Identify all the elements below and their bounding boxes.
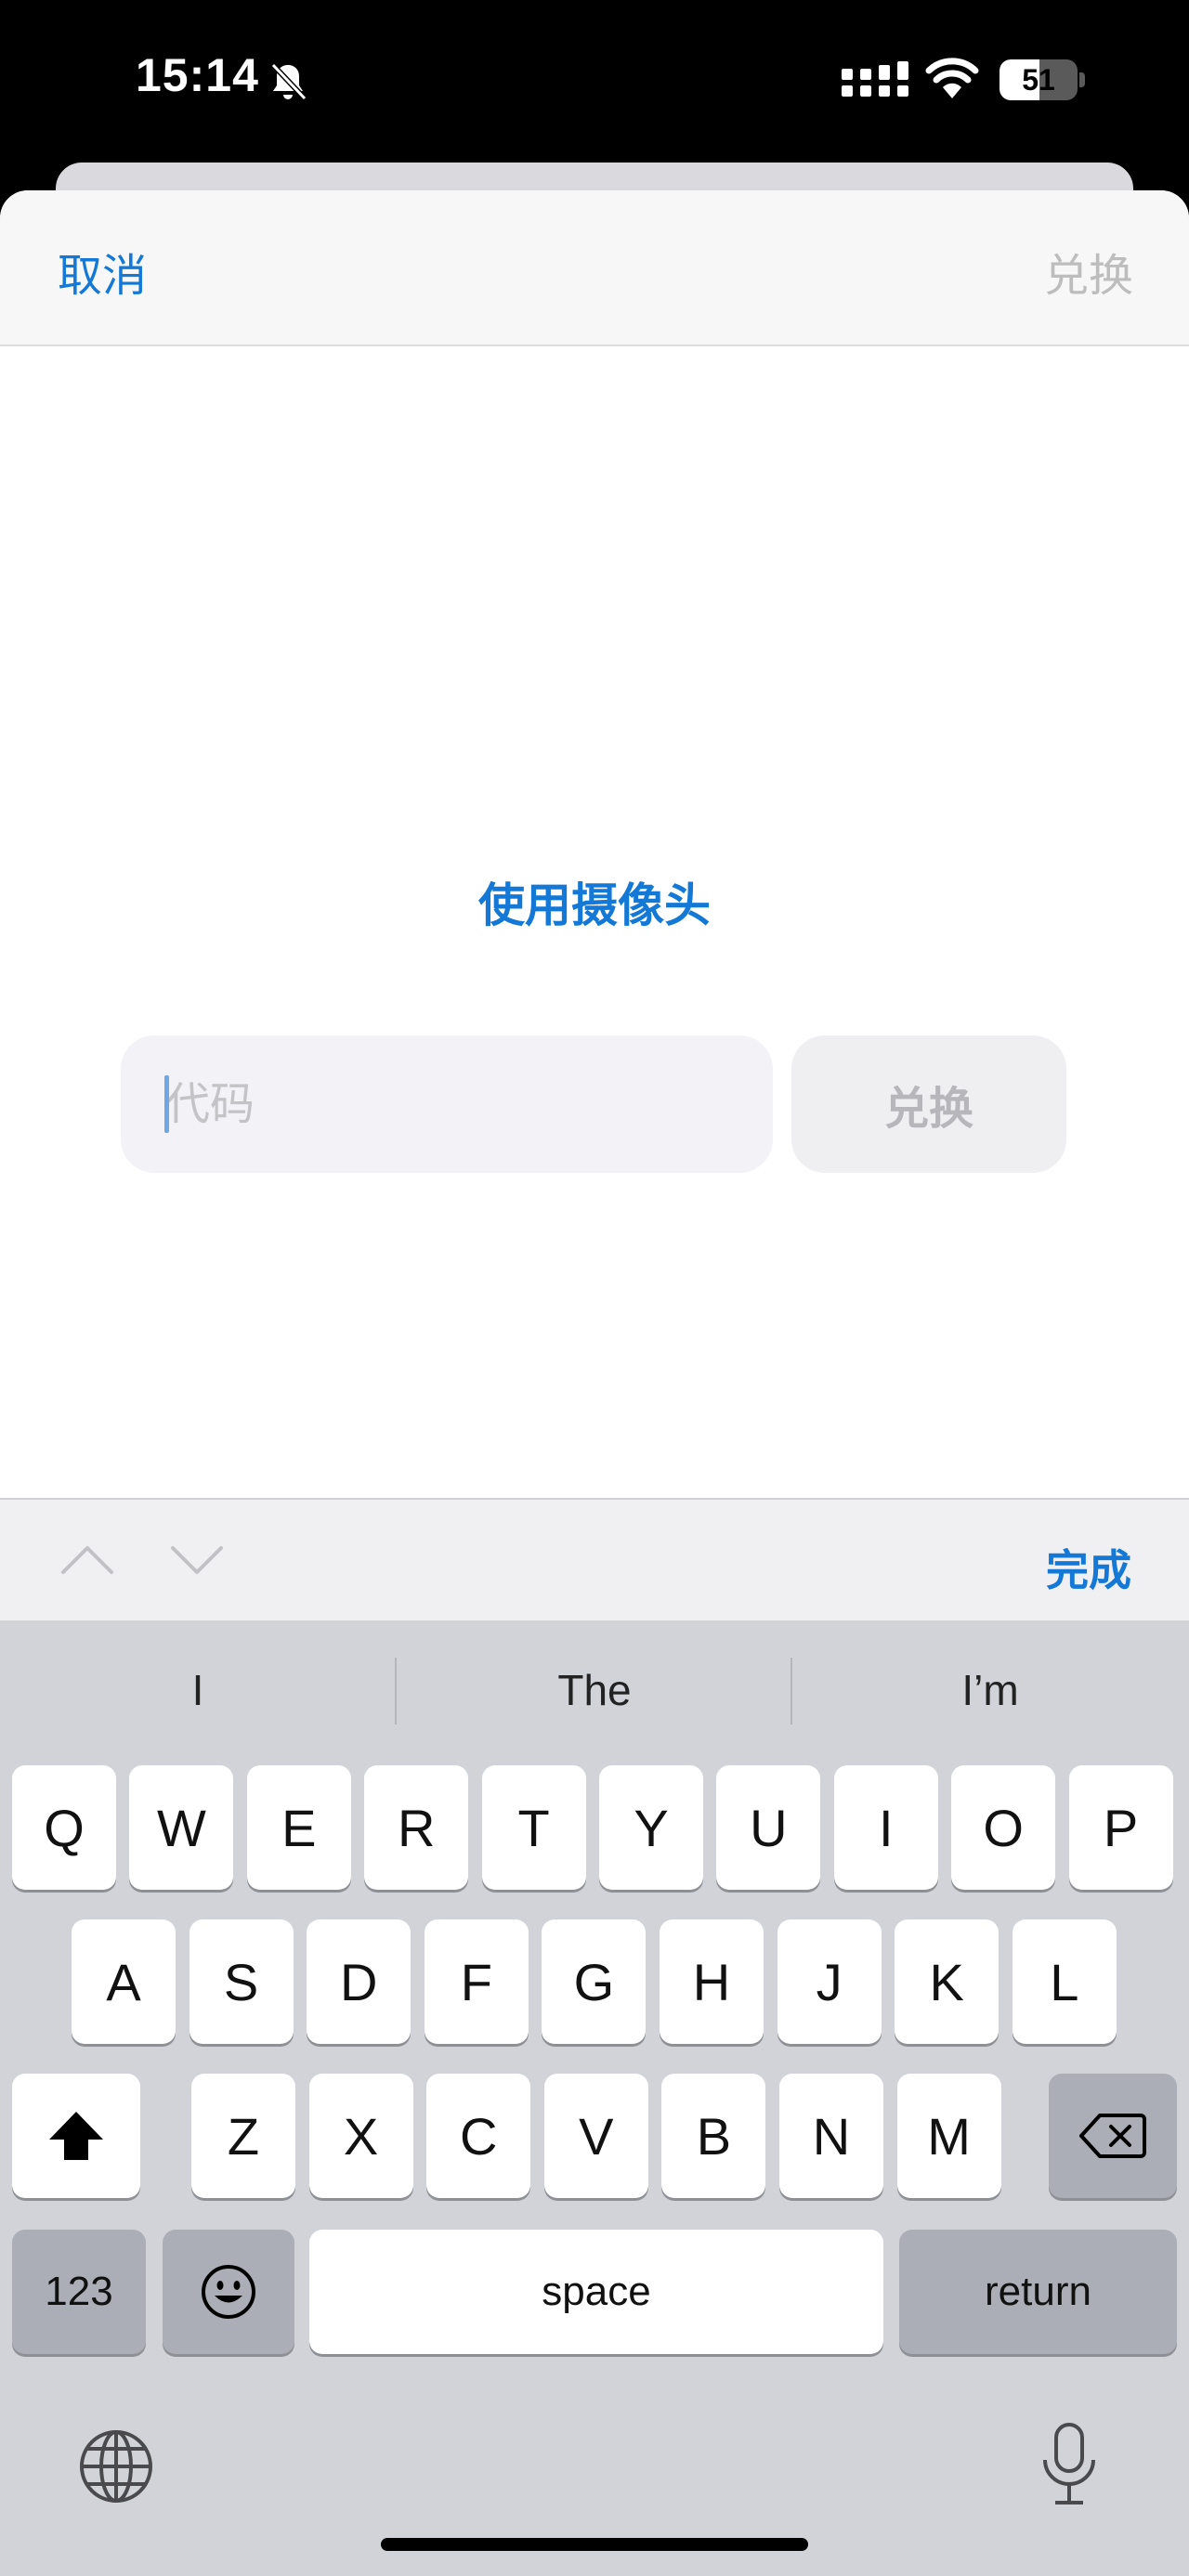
emoji-icon [202,2265,255,2319]
key-x[interactable]: X [308,2074,413,2198]
key-b[interactable]: B [661,2074,766,2198]
redeem-button[interactable]: 兑换 [791,1035,1066,1173]
keyboard: I The I’m 123 space return Q W E R T Y U… [0,1620,1189,2576]
key-h[interactable]: H [660,1919,764,2044]
suggestion-item[interactable]: The [397,1620,792,1750]
text-caret [164,1075,169,1133]
key-m[interactable]: M [896,2074,1001,2198]
globe-icon[interactable] [78,2428,154,2504]
key-a[interactable]: A [72,1919,176,2044]
wifi-icon [925,58,979,98]
space-key[interactable]: space [309,2230,883,2354]
key-o[interactable]: O [951,1765,1056,1890]
cancel-button[interactable]: 取消 [58,239,147,304]
key-q[interactable]: Q [12,1765,116,1890]
battery-percent: 51 [1022,63,1055,97]
key-y[interactable]: Y [599,1765,703,1890]
chevron-down-icon[interactable] [169,1537,225,1583]
delete-key[interactable] [1049,2074,1177,2198]
code-input[interactable] [121,1035,773,1173]
bell-slash-icon [270,62,307,101]
chevron-up-icon[interactable] [59,1537,115,1583]
shift-key[interactable] [12,2074,140,2198]
suggestion-item[interactable]: I’m [792,1620,1188,1750]
home-indicator[interactable] [381,2538,808,2551]
key-i[interactable]: I [833,1765,938,1890]
key-d[interactable]: D [307,1919,412,2044]
suggestion-item[interactable]: I [0,1620,396,1750]
key-z[interactable]: Z [191,2074,295,2198]
delete-icon [1079,2114,1146,2158]
key-j[interactable]: J [777,1919,882,2044]
key-p[interactable]: P [1068,1765,1173,1890]
key-v[interactable]: V [543,2074,648,2198]
key-f[interactable]: F [424,1919,529,2044]
key-l[interactable]: L [1012,1919,1117,2044]
key-e[interactable]: E [246,1765,351,1890]
key-g[interactable]: G [542,1919,647,2044]
key-s[interactable]: S [189,1919,294,2044]
nav-redeem-button[interactable]: 兑换 [1044,239,1133,304]
use-camera-button[interactable]: 使用摄像头 [0,868,1189,935]
key-k[interactable]: K [895,1919,1000,2044]
cellular-signal-icon [842,61,908,97]
emoji-key[interactable] [163,2230,294,2354]
return-key[interactable]: return [899,2230,1177,2354]
key-u[interactable]: U [716,1765,821,1890]
navigation-bar: 取消 兑换 [0,190,1189,346]
microphone-icon[interactable] [1039,2421,1100,2508]
suggestion-bar: I The I’m [0,1620,1189,1750]
status-bar: 15:14 51 [0,0,1189,163]
numbers-key[interactable]: 123 [12,2230,146,2354]
redeem-sheet: 取消 兑换 [0,190,1189,1500]
key-w[interactable]: W [129,1765,234,1890]
done-button[interactable]: 完成 [1046,1537,1131,1598]
key-r[interactable]: R [364,1765,469,1890]
status-time: 15:14 [136,49,259,101]
key-t[interactable]: T [481,1765,586,1890]
key-n[interactable]: N [779,2074,883,2198]
shift-icon [49,2112,103,2160]
input-accessory-toolbar: 完成 [0,1498,1189,1620]
key-c[interactable]: C [426,2074,531,2198]
battery-icon: 51 [1000,59,1085,100]
